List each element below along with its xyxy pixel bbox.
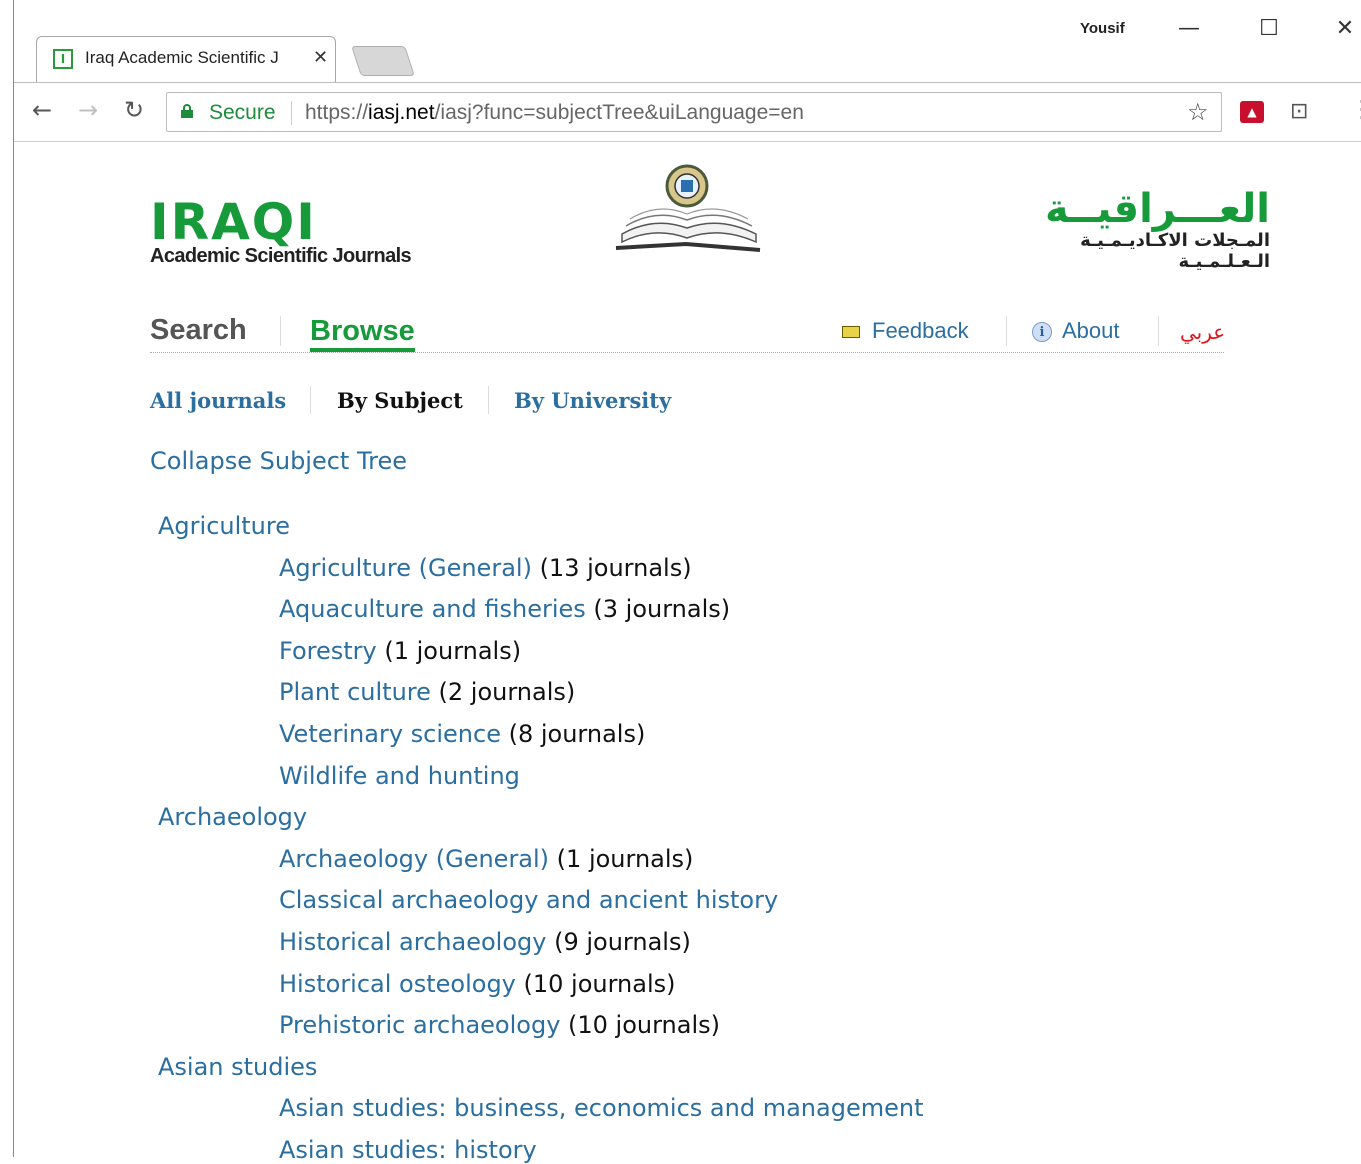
omnibox-divider	[291, 101, 292, 125]
tab-close-icon[interactable]: ✕	[313, 47, 328, 68]
extension-icon[interactable]: ▲	[1240, 101, 1264, 123]
nav-divider	[1158, 316, 1159, 346]
tree-category[interactable]: Agriculture	[158, 512, 290, 540]
nav-arabic-language-link[interactable]: عربي	[1180, 320, 1225, 344]
browser-menu-icon[interactable]: ⋮	[1350, 95, 1361, 123]
cast-icon[interactable]: ⊡	[1290, 99, 1308, 124]
tree-subject-link[interactable]: Asian studies: business, economics and m…	[279, 1094, 923, 1122]
tree-category[interactable]: Asian studies	[158, 1053, 317, 1081]
lock-icon	[181, 104, 193, 118]
tree-subject-item: Classical archaeology and ancient histor…	[279, 886, 778, 914]
tree-subject-count: (1 journals)	[376, 636, 522, 665]
tree-category[interactable]: Archaeology	[158, 803, 307, 831]
url-path: /iasj?func=subjectTree&uiLanguage=en	[434, 101, 804, 124]
tree-subject-link[interactable]: Veterinary science	[279, 720, 501, 748]
tree-subject-count: (8 journals)	[500, 720, 646, 748]
window-close-icon[interactable]: ✕	[1330, 16, 1360, 41]
tree-subject-item: Veterinary science (8 journals)	[279, 720, 645, 748]
info-icon: i	[1032, 322, 1052, 343]
tree-subject-count: (13 journals)	[531, 553, 692, 582]
nav-browse-link[interactable]: Browse	[310, 314, 415, 352]
tree-subject-link[interactable]: Archaeology (General)	[279, 845, 549, 873]
collapse-subject-tree-link[interactable]: Collapse Subject Tree	[150, 447, 407, 475]
tree-subject-item: Aquaculture and fisheries (3 journals)	[279, 595, 730, 623]
tree-subject-count: (10 journals)	[560, 1011, 721, 1040]
tree-subject-link[interactable]: Agriculture (General)	[279, 554, 532, 582]
browser-window: I Iraq Academic Scientific J ✕ Yousif — …	[13, 0, 1361, 1164]
tree-subject-item: Plant culture (2 journals)	[279, 678, 575, 706]
tree-subject-link[interactable]: Plant culture	[279, 678, 431, 706]
browse-subnav: All journals By Subject By University	[150, 386, 850, 418]
arabic-logo[interactable]: العـــراقيــة المـجلات الاكـاديـمـيـة ال…	[1010, 188, 1270, 272]
forward-arrow-icon[interactable]: →	[78, 96, 98, 124]
address-bar[interactable]: Secure https://iasj.net/iasj?func=subjec…	[166, 92, 1222, 132]
main-navigation: Search Browse Feedback i About عربي	[150, 308, 1225, 353]
open-book-emblem-icon	[615, 164, 761, 252]
back-arrow-icon[interactable]: ←	[32, 96, 52, 124]
tree-subject-item: Asian studies: history	[279, 1136, 537, 1164]
new-tab-button[interactable]	[351, 46, 415, 76]
tree-subject-link[interactable]: Wildlife and hunting	[279, 762, 520, 790]
tree-subject-count: (3 journals)	[585, 595, 731, 624]
subnav-all-journals[interactable]: All journals	[150, 388, 286, 413]
subnav-divider	[310, 386, 311, 414]
tree-subject-count: (1 journals)	[549, 844, 694, 873]
feedback-label: Feedback	[872, 318, 969, 343]
secure-label: Secure	[209, 101, 276, 124]
tree-subject-link[interactable]: Historical osteology	[279, 970, 516, 998]
site-logo[interactable]: IRAQI Academic Scientific Journals	[150, 193, 412, 268]
envelope-icon	[842, 326, 860, 339]
tree-subject-count: (2 journals)	[430, 678, 576, 707]
tree-subject-link[interactable]: Asian studies: history	[279, 1136, 537, 1164]
arabic-logo-main: العـــراقيــة	[1044, 186, 1270, 232]
tree-subject-item: Prehistoric archaeology (10 journals)	[279, 1011, 720, 1039]
nav-search-link[interactable]: Search	[150, 314, 247, 347]
page-content: IRAQI Academic Scientific Journals العــ…	[14, 142, 1361, 1164]
tab-title: Iraq Academic Scientific J	[85, 48, 279, 67]
title-bar: I Iraq Academic Scientific J ✕ Yousif — …	[14, 0, 1361, 82]
arabic-logo-sub: المـجلات الاكـاديـمـيـة الـعـلـمـيـة	[1080, 230, 1270, 272]
tree-subject-link[interactable]: Classical archaeology and ancient histor…	[279, 886, 778, 914]
bookmark-star-icon[interactable]: ☆	[1187, 98, 1209, 126]
tree-subject-link[interactable]: Forestry	[279, 637, 377, 665]
nav-feedback-link[interactable]: Feedback	[842, 318, 969, 344]
site-favicon-icon: I	[53, 49, 73, 69]
tree-subject-link[interactable]: Aquaculture and fisheries	[279, 595, 586, 623]
tree-subject-item: Forestry (1 journals)	[279, 637, 521, 665]
tree-subject-item: Historical osteology (10 journals)	[279, 970, 676, 998]
nav-divider	[280, 316, 281, 346]
tree-subject-item: Wildlife and hunting	[279, 762, 520, 790]
tree-subject-link[interactable]: Prehistoric archaeology	[279, 1011, 560, 1039]
tree-subject-item: Historical archaeology (9 journals)	[279, 928, 691, 956]
profile-user-label[interactable]: Yousif	[1080, 20, 1125, 37]
nav-divider	[1006, 316, 1007, 346]
tree-subject-item: Agriculture (General) (13 journals)	[279, 554, 692, 582]
subnav-divider	[488, 386, 489, 414]
url-host: iasj.net	[368, 101, 435, 124]
tree-subject-link[interactable]: Historical archaeology	[279, 928, 546, 956]
about-label: About	[1062, 318, 1120, 343]
tree-subject-count: (9 journals)	[546, 928, 691, 956]
browser-toolbar: ← → ↻ Secure https://iasj.net/iasj?func=…	[14, 82, 1361, 142]
url-prefix: https://	[305, 101, 369, 124]
maximize-icon[interactable]: ☐	[1254, 16, 1284, 41]
logo-title: IRAQI	[150, 193, 317, 251]
nav-about-link[interactable]: i About	[1032, 318, 1120, 344]
logo-subtitle: Academic Scientific Journals	[150, 245, 412, 267]
subnav-by-subject[interactable]: By Subject	[337, 388, 463, 413]
reload-icon[interactable]: ↻	[124, 96, 144, 124]
subnav-by-university[interactable]: By University	[514, 388, 671, 413]
tree-subject-count: (10 journals)	[515, 969, 676, 998]
tree-subject-item: Asian studies: business, economics and m…	[279, 1094, 923, 1122]
tree-subject-item: Archaeology (General) (1 journals)	[279, 845, 693, 873]
url-text[interactable]: https://iasj.net/iasj?func=subjectTree&u…	[305, 101, 804, 125]
browser-tab[interactable]: I Iraq Academic Scientific J ✕	[36, 36, 336, 82]
minimize-icon[interactable]: —	[1174, 16, 1204, 41]
